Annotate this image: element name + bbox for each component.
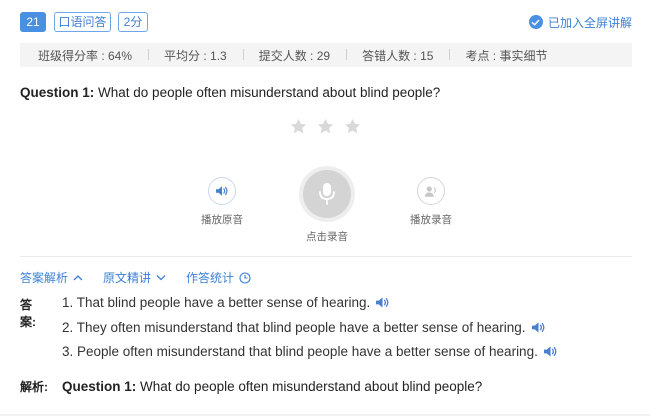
stat-average-score: 平均分 : 1.3 (148, 47, 243, 64)
speaker-icon (208, 177, 236, 205)
play-original-label: 播放原音 (201, 214, 243, 226)
tab-original-text-label: 原文精讲 (103, 271, 152, 285)
star-icon (344, 118, 361, 134)
play-recording-label: 播放录音 (410, 214, 452, 226)
speaker-icon[interactable] (543, 345, 558, 358)
stat-submit-count: 提交人数 : 29 (242, 47, 346, 64)
stats-bar: 班级得分率 : 64% 平均分 : 1.3 提交人数 : 29 答错人数 : 1… (20, 43, 632, 67)
record-label: 点击录音 (306, 231, 348, 243)
audio-controls: 播放原音 点击录音 播放录音 (0, 166, 650, 246)
section-divider (20, 256, 632, 257)
tab-answer-stats[interactable]: 作答统计 (186, 269, 251, 286)
answer-item: 1. That blind people have a better sense… (62, 295, 390, 310)
user-voice-icon (417, 177, 445, 205)
answer-tabs: 答案解析 原文精讲 作答统计 (20, 269, 251, 286)
question-text: Question 1: What do people often misunde… (20, 85, 440, 100)
question-number-badge: 21 (20, 12, 46, 32)
question-label: Question 1: (20, 85, 95, 100)
tab-original-text[interactable]: 原文精讲 (103, 269, 166, 286)
clock-icon (239, 271, 251, 284)
star-icon (290, 118, 307, 134)
fullscreen-explain-button[interactable]: 已加入全屏讲解 (528, 13, 632, 31)
star-icon (317, 118, 334, 134)
chevron-up-icon (73, 275, 83, 281)
answers-label: 答案: (20, 298, 36, 329)
tab-answer-stats-label: 作答统计 (186, 271, 235, 285)
star-rating (289, 117, 362, 136)
play-original-button[interactable]: 播放原音 (193, 177, 251, 227)
analysis-text: Question 1: What do people often misunde… (62, 379, 482, 394)
fullscreen-explain-label: 已加入全屏讲解 (547, 15, 632, 30)
speaker-icon[interactable] (375, 296, 390, 309)
analysis-label: 解析: (20, 380, 48, 394)
analysis-question-label: Question 1: (62, 379, 137, 394)
speaker-icon[interactable] (531, 321, 546, 334)
tab-answer-analysis-label: 答案解析 (20, 271, 69, 285)
tab-answer-analysis[interactable]: 答案解析 (20, 269, 83, 286)
chevron-down-icon (156, 275, 166, 281)
stat-wrong-count: 答错人数 : 15 (346, 47, 449, 64)
answer-text: 1. That blind people have a better sense… (62, 295, 371, 310)
check-icon (528, 15, 543, 29)
stat-exam-point: 考点 : 事实细节 (449, 47, 563, 64)
answer-item: 2. They often misunderstand that blind p… (62, 320, 546, 335)
play-recording-button[interactable]: 播放录音 (402, 177, 460, 227)
question-type-tag: 口语问答 (54, 12, 111, 32)
answer-text: 3. People often misunderstand that blind… (62, 344, 538, 359)
score-tag: 2分 (118, 12, 148, 32)
record-button-ring (299, 166, 355, 222)
question-body: What do people often misunderstand about… (98, 85, 441, 100)
microphone-icon (303, 170, 351, 218)
answer-text: 2. They often misunderstand that blind p… (62, 320, 526, 335)
analysis-question-text: What do people often misunderstand about… (140, 379, 483, 394)
record-button[interactable]: 点击录音 (295, 166, 359, 244)
stat-class-score-rate: 班级得分率 : 64% (38, 48, 133, 63)
question-header: 21 口语问答 2分 已加入全屏讲解 (20, 11, 632, 33)
answer-item: 3. People often misunderstand that blind… (62, 344, 558, 359)
